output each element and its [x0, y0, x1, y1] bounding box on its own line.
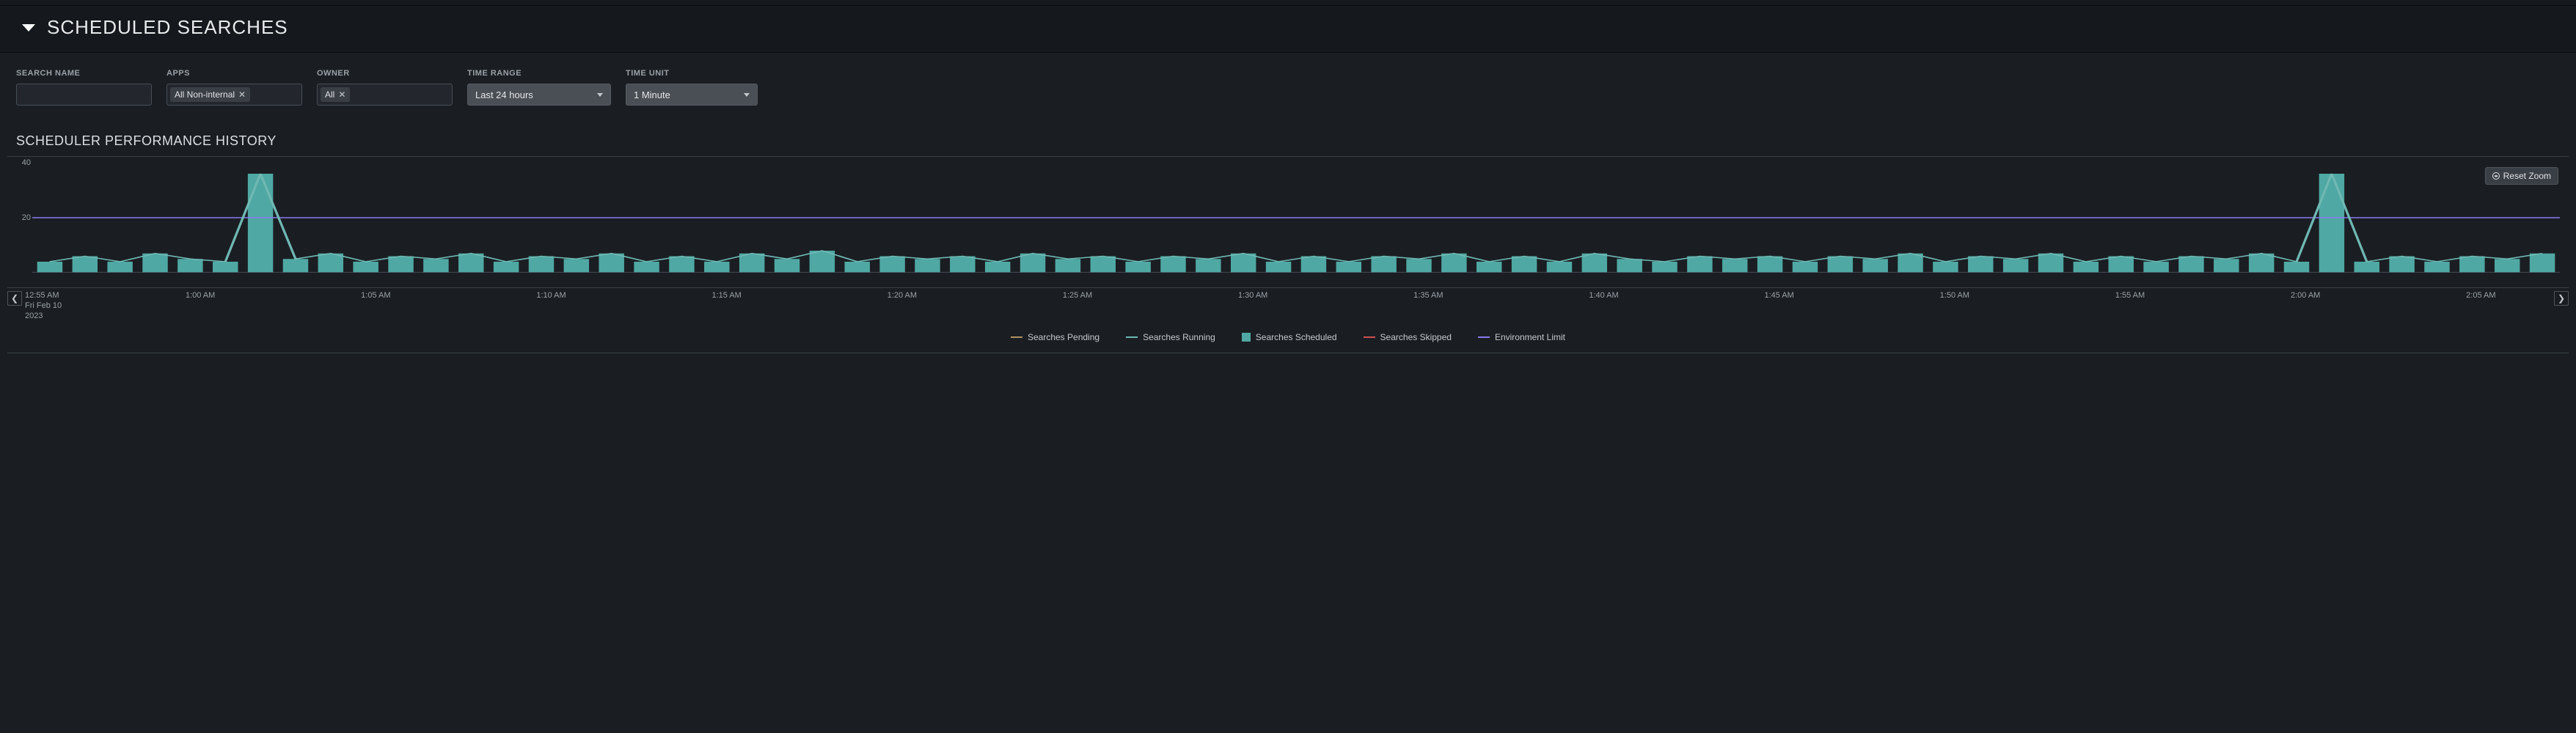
chip-label: All	[325, 89, 334, 100]
legend-item-scheduled[interactable]: Searches Scheduled	[1242, 332, 1337, 342]
chart-next-button[interactable]: ❯	[2554, 291, 2569, 306]
legend-swatch	[1478, 336, 1490, 338]
chevron-down-icon	[597, 93, 603, 97]
title-bar: SCHEDULED SEARCHES	[0, 6, 2576, 53]
chart-plot[interactable]	[32, 163, 2560, 273]
legend-label: Environment Limit	[1495, 332, 1565, 342]
zoom-out-icon	[2492, 172, 2500, 180]
legend-swatch	[1011, 336, 1022, 338]
page-title: SCHEDULED SEARCHES	[47, 16, 288, 39]
chip-apps[interactable]: All Non-internal ✕	[170, 87, 250, 102]
time-unit-select[interactable]: 1 Minute	[626, 84, 758, 106]
chart-container: Reset Zoom 2040	[7, 156, 2569, 288]
legend-label: Searches Running	[1143, 332, 1215, 342]
filter-time-unit: TIME UNIT 1 Minute	[626, 69, 758, 106]
filter-apps: APPS All Non-internal ✕	[167, 69, 302, 106]
filter-label: SEARCH NAME	[16, 69, 152, 78]
close-icon[interactable]: ✕	[238, 89, 246, 100]
chip-label: All Non-internal	[175, 89, 235, 100]
filter-label: APPS	[167, 69, 302, 78]
chart-prev-button[interactable]: ❮	[7, 291, 22, 306]
legend-item-limit[interactable]: Environment Limit	[1478, 332, 1565, 342]
section-title: SCHEDULER PERFORMANCE HISTORY	[0, 113, 2576, 156]
collapse-caret-icon[interactable]	[22, 24, 35, 32]
search-name-input[interactable]	[16, 84, 152, 106]
close-icon[interactable]: ✕	[338, 89, 345, 100]
filter-label: TIME RANGE	[467, 69, 611, 78]
time-range-select[interactable]: Last 24 hours	[467, 84, 611, 106]
reset-zoom-label: Reset Zoom	[2503, 171, 2551, 181]
apps-chips-input[interactable]: All Non-internal ✕	[167, 84, 302, 106]
owner-chips-input[interactable]: All ✕	[317, 84, 453, 106]
legend-item-running[interactable]: Searches Running	[1126, 332, 1215, 342]
chevron-down-icon	[744, 93, 750, 97]
filter-label: OWNER	[317, 69, 453, 78]
legend-swatch	[1242, 333, 1251, 342]
filter-time-range: TIME RANGE Last 24 hours	[467, 69, 611, 106]
x-axis-labels: 12:55 AMFri Feb 1020231:00 AM1:05 AM1:10…	[25, 291, 2551, 320]
x-axis-row: ❮ 12:55 AMFri Feb 1020231:00 AM1:05 AM1:…	[7, 288, 2569, 325]
legend-item-pending[interactable]: Searches Pending	[1011, 332, 1099, 342]
legend-swatch	[1126, 336, 1138, 338]
legend-swatch	[1364, 336, 1375, 338]
filter-search-name: SEARCH NAME	[16, 69, 152, 106]
legend-label: Searches Pending	[1028, 332, 1099, 342]
filter-owner: OWNER All ✕	[317, 69, 453, 106]
reset-zoom-button[interactable]: Reset Zoom	[2485, 167, 2558, 185]
legend-label: Searches Scheduled	[1256, 332, 1337, 342]
legend-label: Searches Skipped	[1380, 332, 1452, 342]
legend-item-skipped[interactable]: Searches Skipped	[1364, 332, 1452, 342]
filter-label: TIME UNIT	[626, 69, 758, 78]
filters-row: SEARCH NAME APPS All Non-internal ✕ OWNE…	[0, 53, 2576, 113]
select-value: Last 24 hours	[475, 89, 533, 100]
select-value: 1 Minute	[634, 89, 670, 100]
y-axis: 2040	[16, 163, 31, 273]
chip-owner[interactable]: All ✕	[321, 87, 350, 102]
chart-legend: Searches Pending Searches Running Search…	[7, 325, 2569, 353]
